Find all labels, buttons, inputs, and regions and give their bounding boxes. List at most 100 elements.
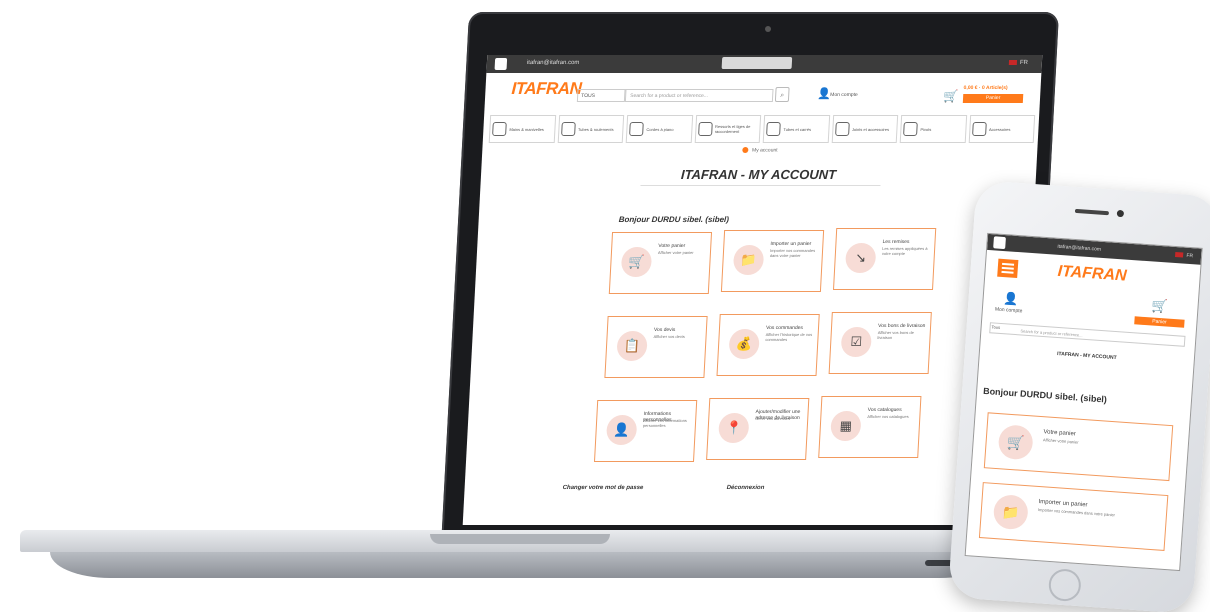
account-tile[interactable]: 👤 Informations personnelles Afficher vos i… xyxy=(593,400,698,462)
category-label: Accessoires xyxy=(988,126,1011,132)
account-tile[interactable]: 📁 Importer un panier Importer vos commande… xyxy=(978,482,1169,551)
store-icon xyxy=(993,236,1006,250)
logout-link[interactable]: Déconnexion xyxy=(726,485,764,491)
category-item[interactable]: Ressorts et tiges de raccordement xyxy=(694,115,762,143)
tile-description: Afficher vos devis xyxy=(653,334,685,339)
home-button[interactable] xyxy=(1047,568,1082,603)
clipboard-icon: 📋 xyxy=(616,331,648,361)
greeting: Bonjour DURDU sibel. (sibel) xyxy=(618,215,730,224)
tile-title: Vos bons de livraison xyxy=(877,323,926,329)
account-tile[interactable]: 📋 Vos devis Afficher vos devis xyxy=(604,316,708,378)
cart-amount: 0,00 € · 0 Article(s) xyxy=(963,85,1008,91)
category-label: Cordes à piano xyxy=(646,126,674,132)
tile-description: Importer vos commandes dans votre panier xyxy=(1037,507,1116,518)
change-password-link[interactable]: Changer votre mot de passe xyxy=(562,485,643,491)
flag-icon xyxy=(1175,252,1184,258)
category-icon xyxy=(766,122,781,136)
tile-title: Importer un panier xyxy=(770,241,812,247)
laptop-screen: itafran@itafran.com FR ITAFRAN TOUS Sear… xyxy=(462,55,1043,525)
account-tile[interactable]: 💰 Vos commandes Afficher l'historique de v… xyxy=(716,314,820,376)
account-tile[interactable]: 📁 Importer un panier Importer vos commande… xyxy=(720,230,825,292)
cart-button[interactable]: Panier xyxy=(1134,316,1185,328)
category-icon xyxy=(834,122,850,136)
category-icon xyxy=(971,122,987,136)
tile-title: Vos devis xyxy=(653,327,676,333)
contact-email[interactable]: itafran@itafran.com xyxy=(527,60,580,66)
tile-title: Votre panier xyxy=(1043,429,1076,438)
laptop-front xyxy=(50,552,1000,578)
tile-title: Les remises xyxy=(882,239,910,245)
category-label: Joints et accessoires xyxy=(851,126,890,132)
account-tile[interactable]: ▦ Vos catalogues Afficher vos catalogues xyxy=(818,396,922,458)
category-icon xyxy=(697,122,713,136)
tile-title: Vos catalogues xyxy=(867,407,902,413)
tile-description: Afficher votre panier xyxy=(1042,437,1079,445)
category-item[interactable]: Accessoires xyxy=(968,115,1036,143)
category-icon xyxy=(560,122,576,136)
category-icon xyxy=(492,122,507,136)
home-icon[interactable] xyxy=(741,147,749,153)
language-selector[interactable]: FR xyxy=(1175,252,1193,259)
breadcrumb: My account xyxy=(482,147,1037,153)
tile-description: Afficher l'historique de vos commandes xyxy=(765,332,813,342)
phone-top-bar: itafran@itafran.com FR xyxy=(987,233,1202,265)
device-mockup-scene: itafran@itafran.com FR ITAFRAN TOUS Sear… xyxy=(0,0,1210,612)
laptop-notch xyxy=(430,534,610,544)
page-title: ITAFRAN - MY ACCOUNT xyxy=(680,167,837,182)
search-icon: ⌕ xyxy=(780,92,785,99)
store-icon xyxy=(494,58,508,70)
category-bar: Mains & manivelles Tubes & roulements Cord… xyxy=(488,115,1036,143)
tile-title: Votre panier xyxy=(658,243,686,249)
brand-logo[interactable]: ITAFRAN xyxy=(511,79,582,99)
account-tile[interactable]: 📍 Ajouter/modifier une adresse de livrais… xyxy=(706,398,810,460)
search-category-select[interactable]: Tous xyxy=(991,324,1000,330)
account-icon[interactable]: 👤 xyxy=(817,87,831,100)
category-item[interactable]: Tubes & roulements xyxy=(557,115,625,143)
cart-icon[interactable]: 🛒 xyxy=(1151,297,1168,314)
site-header: ITAFRAN TOUS Search for a product or ref… xyxy=(484,73,1041,113)
category-item[interactable]: Pivots xyxy=(899,115,967,143)
hamburger-menu-icon[interactable] xyxy=(997,258,1019,279)
greeting: Bonjour DURDU sibel. (sibel) xyxy=(982,385,1108,405)
search-input[interactable]: Search for a product or reference... xyxy=(989,322,1186,347)
tile-description: Afficher vos catalogues xyxy=(867,414,909,419)
account-tile[interactable]: ↘ Les remises Les remises appliquées à vot… xyxy=(833,228,937,290)
account-tile[interactable]: ☑ Vos bons de livraison Afficher vos bons … xyxy=(828,312,932,374)
category-item[interactable]: Mains & manivelles xyxy=(488,115,556,143)
phone: itafran@itafran.com FR ITAFRAN 👤 Mon com… xyxy=(947,179,1210,612)
tile-description: Afficher vos informations personnelles xyxy=(642,418,688,428)
category-icon xyxy=(629,122,644,136)
title-divider xyxy=(640,185,881,186)
category-item[interactable]: Tubes et carrés xyxy=(762,115,830,143)
user-icon: 👤 xyxy=(605,415,638,445)
contact-email[interactable]: itafran@itafran.com xyxy=(1057,244,1101,253)
account-label[interactable]: Mon compte xyxy=(995,307,1023,315)
category-label: Tubes & roulements xyxy=(577,126,614,132)
cart-icon: 🛒 xyxy=(620,247,653,277)
brand-logo[interactable]: ITAFRAN xyxy=(1057,263,1127,286)
account-label[interactable]: Mon compte xyxy=(830,92,858,98)
language-selector[interactable]: FR xyxy=(1008,60,1028,66)
language-label: FR xyxy=(1186,252,1194,260)
category-item[interactable]: Cordes à piano xyxy=(625,115,693,143)
category-label: Tubes et carrés xyxy=(783,126,812,132)
partner-logo xyxy=(721,57,793,69)
account-tile[interactable]: 🛒 Votre panier Afficher votre panier xyxy=(983,412,1174,482)
tile-description: Gérer vos adresses xyxy=(755,416,791,421)
account-tile[interactable]: 🛒 Votre panier Afficher votre panier xyxy=(608,232,713,294)
flag-icon xyxy=(1008,60,1018,65)
tile-description: Afficher vos bons de livraison xyxy=(877,330,915,340)
phone-camera xyxy=(1116,209,1125,218)
cart-button[interactable]: Panier xyxy=(962,94,1024,103)
cart-icon[interactable]: 🛒 xyxy=(943,89,959,103)
cart-icon: 🛒 xyxy=(997,424,1034,461)
search-category-select[interactable]: TOUS xyxy=(576,89,626,102)
category-label: Ressorts et tiges de raccordement xyxy=(714,124,751,134)
category-icon xyxy=(903,122,918,136)
tile-description: Afficher votre panier xyxy=(657,250,694,255)
account-icon[interactable]: 👤 xyxy=(1003,291,1019,306)
search-button[interactable]: ⌕ xyxy=(774,87,790,102)
search-input[interactable]: Search for a product or reference... xyxy=(624,89,774,102)
laptop-camera xyxy=(765,26,771,32)
category-item[interactable]: Joints et accessoires xyxy=(831,115,899,143)
